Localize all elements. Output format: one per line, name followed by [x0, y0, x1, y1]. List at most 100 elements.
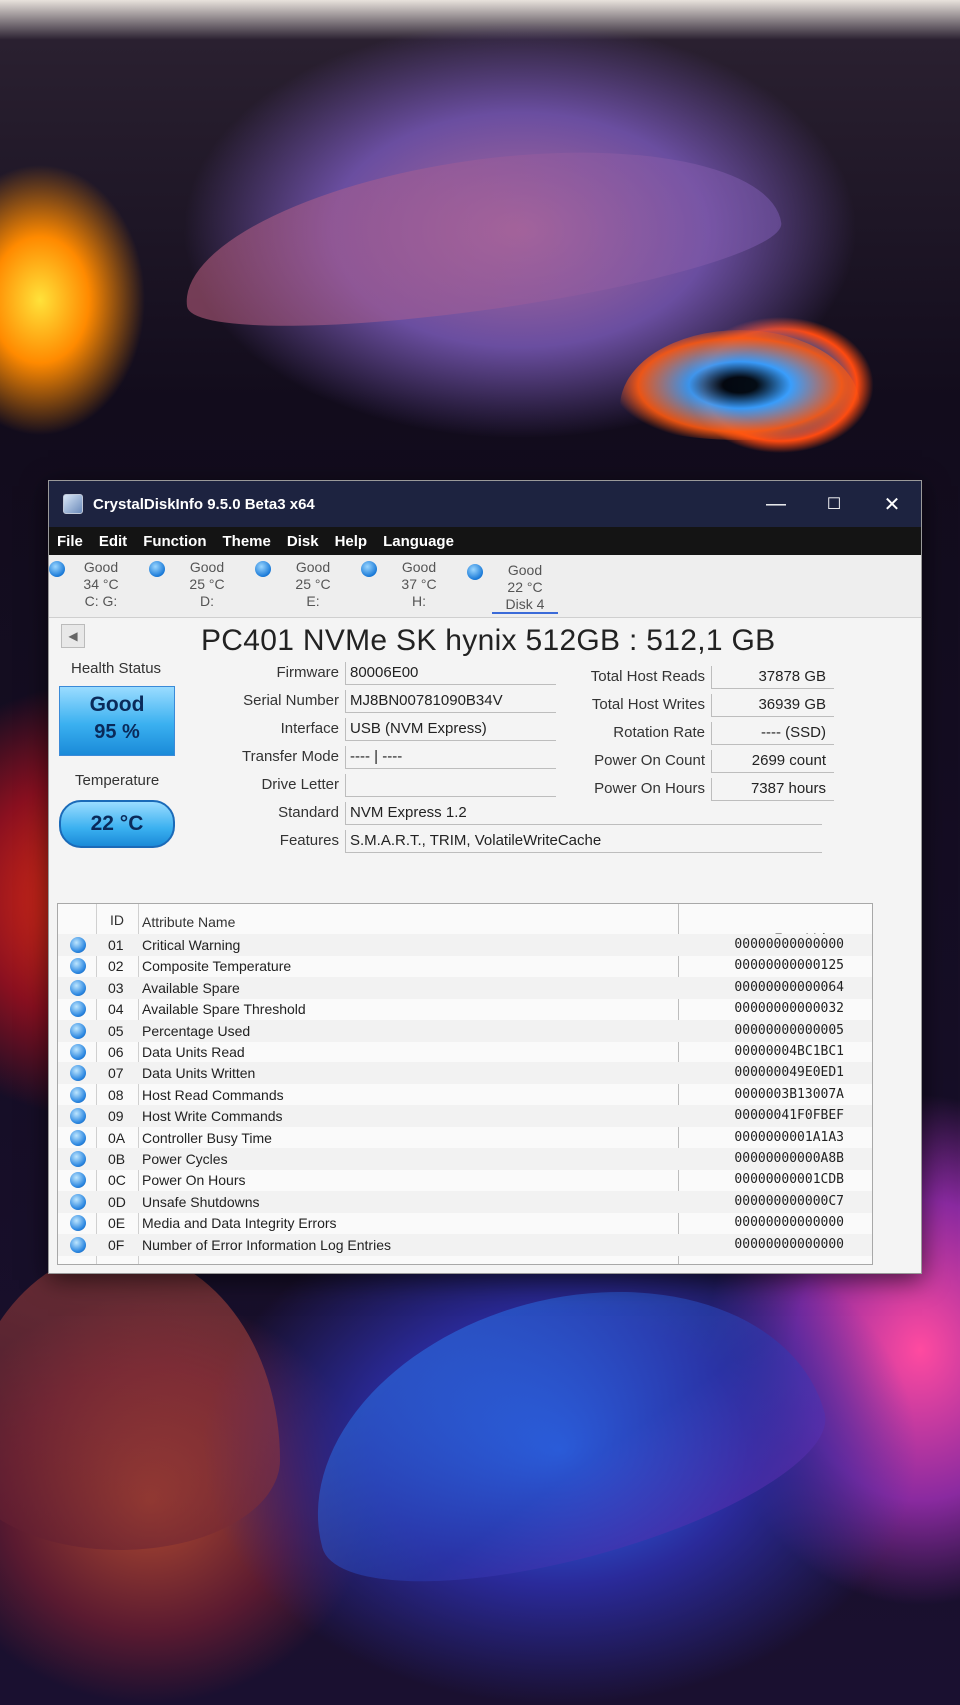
disk-label: Disk 4 [491, 596, 559, 614]
maximize-button[interactable]: ☐ [805, 481, 863, 527]
attribute-name: Critical Warning [142, 937, 241, 953]
attribute-id: 04 [108, 1001, 124, 1018]
drive-letter-label: Drive Letter [261, 776, 339, 793]
attribute-status-icon [70, 958, 86, 975]
temperature-badge[interactable]: 22 °C [59, 800, 175, 848]
firmware-label: Firmware [276, 664, 340, 681]
table-row[interactable]: 0F Number of Error Information Log Entrie… [58, 1233, 872, 1256]
disk-tab-4[interactable]: Good 37 °C H: [361, 559, 471, 610]
disk-status-icon [49, 561, 65, 577]
attribute-id: 0B [108, 1151, 126, 1167]
table-row[interactable]: 0C Power On Hours 00000000001CDB [58, 1169, 872, 1191]
power-on-count-value: 2699 count [711, 750, 834, 773]
total-host-reads-value: 37878 GB [711, 666, 834, 689]
menu-language[interactable]: Language [375, 533, 462, 550]
health-percent: 95 % [94, 721, 140, 743]
attribute-status-icon [70, 1129, 86, 1146]
table-row[interactable]: 0A Controller Busy Time 0000000001A1A3 [58, 1127, 872, 1149]
smart-attributes-table[interactable]: ID Attribute Name Raw Values 01Critical … [57, 903, 873, 1265]
health-status-label: Health Status [71, 660, 162, 677]
attribute-status-icon [70, 979, 86, 996]
attribute-id: 08 [108, 1086, 124, 1103]
attribute-id: 01 [108, 937, 124, 953]
attribute-name: Host Write Commands [142, 1108, 283, 1125]
disk-tab-5[interactable]: Good 22 °C Disk 4 [467, 562, 577, 614]
table-row[interactable]: 0D Unsafe Shutdowns 000000000000C7 [58, 1190, 872, 1213]
rotation-rate-value: ---- (SSD) [711, 722, 834, 745]
disk-status: Good [295, 559, 331, 575]
table-row[interactable]: 01 Critical Warning 00000000000000 [58, 934, 872, 956]
total-host-writes-value: 36939 GB [711, 694, 834, 717]
disk-label: C: G: [84, 593, 118, 609]
attribute-raw-value: 0000000001A1A3 [734, 1129, 844, 1145]
table-row[interactable]: 04 Available Spare Threshold 0000000000003… [58, 998, 872, 1020]
minimize-button[interactable]: — [747, 481, 805, 527]
attribute-raw-value: 00000000000000 [734, 1236, 844, 1252]
attribute-name: Available Spare [142, 979, 240, 996]
attribute-id: 02 [108, 958, 124, 975]
attribute-id: 0D [108, 1193, 126, 1210]
window-title: CrystalDiskInfo 9.5.0 Beta3 x64 [93, 495, 315, 513]
drive-title: PC401 NVMe SK hynix 512GB : 512,1 GB [201, 624, 776, 657]
menu-file[interactable]: File [49, 533, 91, 550]
table-row[interactable]: 09 Host Write Commands 00000041F0FBEF [58, 1105, 872, 1128]
table-row[interactable]: 07 Data Units Written 000000049E0ED1 [58, 1062, 872, 1085]
table-row[interactable]: 05 Percentage Used 00000000000005 [58, 1019, 872, 1042]
header-id[interactable]: ID [110, 912, 124, 928]
menu-theme[interactable]: Theme [215, 533, 279, 550]
attribute-name: Unsafe Shutdowns [142, 1193, 260, 1210]
attribute-raw-value: 00000004BC1BC1 [734, 1044, 844, 1059]
menu-function[interactable]: Function [135, 533, 214, 550]
attribute-raw-value: 000000049E0ED1 [734, 1065, 844, 1081]
header-attribute-name[interactable]: Attribute Name [142, 914, 235, 930]
disk-temp: 25 °C [295, 576, 331, 592]
attribute-id: 06 [108, 1044, 124, 1060]
disk-status: Good [401, 559, 437, 575]
attribute-status-icon [70, 1065, 86, 1082]
table-row[interactable]: 0B Power Cycles 00000000000A8B [58, 1148, 872, 1170]
table-row[interactable]: 0E Media and Data Integrity Errors 0000000… [58, 1212, 872, 1234]
menu-edit[interactable]: Edit [91, 533, 135, 550]
attribute-name: Data Units Written [142, 1065, 256, 1082]
disk-label: H: [412, 593, 426, 609]
disk-temp: 37 °C [401, 576, 437, 592]
rotation-rate-label: Rotation Rate [613, 724, 705, 741]
drive-info-panel: ◀ PC401 NVMe SK hynix 512GB : 512,1 GB H… [49, 618, 921, 872]
close-button[interactable]: ✕ [863, 481, 921, 527]
standard-label: Standard [278, 804, 339, 821]
transfer-mode-value: ---- | ---- [345, 746, 556, 769]
table-row[interactable]: 06 Data Units Read 00000004BC1BC1 [58, 1041, 872, 1063]
interface-value: USB (NVM Express) [345, 718, 556, 741]
table-row[interactable]: 08 Host Read Commands 0000003B13007A [58, 1084, 872, 1106]
attribute-status-icon [70, 1022, 86, 1039]
previous-disk-button[interactable]: ◀ [61, 624, 85, 648]
power-on-hours-value: 7387 hours [711, 778, 834, 801]
attribute-status-icon [70, 1193, 86, 1210]
disk-temp: 25 °C [189, 576, 225, 592]
table-row[interactable]: 03 Available Spare 00000000000064 [58, 976, 872, 999]
attribute-status-icon [70, 1172, 86, 1189]
attribute-raw-value: 0000003B13007A [734, 1086, 844, 1102]
disk-tab-2[interactable]: Good 25 °C D: [149, 559, 259, 610]
disk-tab-3[interactable]: Good 25 °C E: [255, 559, 365, 610]
attribute-id: 0F [108, 1236, 125, 1253]
disk-temp: 34 °C [83, 576, 119, 592]
disk-status-icon [149, 561, 165, 577]
total-host-writes-label: Total Host Writes [591, 696, 705, 713]
menu-disk[interactable]: Disk [279, 533, 327, 550]
crystaldiskinfo-window: CrystalDiskInfo 9.5.0 Beta3 x64 — ☐ ✕ Fi… [48, 480, 922, 1274]
attribute-raw-value: 00000000000125 [734, 958, 844, 974]
health-status-badge[interactable]: Good 95 % [59, 686, 175, 756]
attribute-name: Data Units Read [142, 1044, 245, 1060]
attribute-status-icon [70, 1236, 86, 1253]
disk-tab-1[interactable]: Good 34 °C C: G: [49, 559, 153, 610]
features-label: Features [279, 832, 339, 849]
attribute-id: 03 [108, 979, 124, 996]
transfer-mode-label: Transfer Mode [242, 748, 339, 765]
menu-help[interactable]: Help [327, 533, 376, 550]
title-bar[interactable]: CrystalDiskInfo 9.5.0 Beta3 x64 — ☐ ✕ [49, 481, 921, 527]
attribute-raw-value: 000000000000C7 [734, 1193, 844, 1209]
power-on-count-label: Power On Count [594, 752, 705, 769]
firmware-value: 80006E00 [345, 662, 556, 685]
table-row[interactable]: 02 Composite Temperature 00000000000125 [58, 955, 872, 977]
